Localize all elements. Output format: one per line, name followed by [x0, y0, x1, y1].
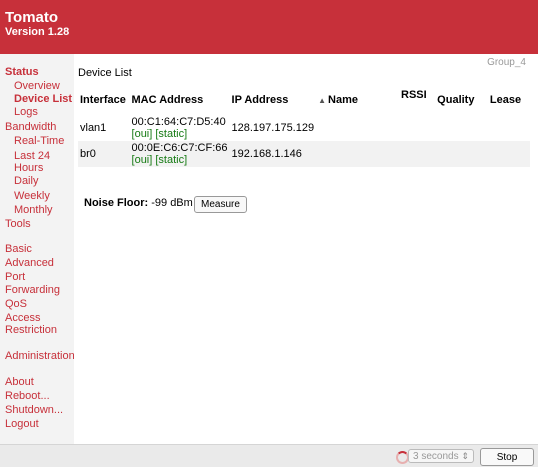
- col-lease[interactable]: Lease: [488, 85, 530, 115]
- mac-address: 00:C1:64:C7:D5:40: [131, 116, 226, 128]
- cell-quality: [435, 115, 488, 141]
- sidebar-item-reboot[interactable]: Reboot...: [5, 390, 50, 403]
- sidebar-item-bandwidth[interactable]: Bandwidth: [5, 121, 56, 134]
- sidebar-item-hours[interactable]: Hours: [14, 162, 43, 175]
- sidebar-item-daily[interactable]: Daily: [14, 175, 38, 188]
- table-row: br0 00:0E:C6:C7:CF:66 [oui] [static] 192…: [78, 141, 530, 167]
- cell-interface: vlan1: [80, 122, 107, 134]
- sidebar-item-forwarding[interactable]: Forwarding: [5, 284, 60, 297]
- sidebar-item-status[interactable]: Status: [5, 66, 39, 79]
- sidebar-item-administration[interactable]: Administration: [5, 350, 75, 363]
- measure-button[interactable]: Measure: [194, 196, 247, 213]
- table-header-row: Interface MAC Address IP Address ▲ Name R…: [78, 85, 530, 115]
- main-content: Group_4 Device List Interface MAC Addres…: [74, 54, 538, 444]
- version-label: Version 1.28: [5, 26, 70, 38]
- oui-link[interactable]: [oui]: [132, 154, 153, 166]
- footer-bar: 3 seconds ⇕ Stop: [0, 444, 538, 467]
- sidebar-item-weekly[interactable]: Weekly: [14, 190, 50, 203]
- oui-link[interactable]: [oui]: [132, 128, 153, 140]
- cell-mac: 00:C1:64:C7:D5:40 [oui] [static]: [130, 115, 230, 141]
- cell-ip: 128.197.175.129: [231, 122, 315, 134]
- sidebar-item-logout[interactable]: Logout: [5, 418, 39, 431]
- page-title: Device List: [78, 67, 132, 79]
- static-link[interactable]: [static]: [155, 128, 187, 140]
- device-table: Interface MAC Address IP Address ▲ Name R…: [78, 85, 530, 167]
- cell-name: [316, 141, 400, 167]
- mac-links: [oui] [static]: [132, 128, 228, 140]
- sidebar-item-tools[interactable]: Tools: [5, 218, 31, 231]
- noise-floor: Noise Floor: -99 dBm: [84, 197, 193, 209]
- sidebar-item-port[interactable]: Port: [5, 271, 25, 284]
- noise-floor-label: Noise Floor:: [84, 197, 149, 209]
- cell-mac: 00:0E:C6:C7:CF:66 [oui] [static]: [129, 141, 230, 167]
- group-label: Group_4: [487, 57, 526, 68]
- sidebar-item-advanced[interactable]: Advanced: [5, 257, 54, 270]
- sidebar: Status Overview Device List Logs Bandwid…: [0, 54, 75, 444]
- col-quality[interactable]: Quality: [435, 85, 488, 115]
- refresh-interval-value: 3 seconds: [413, 450, 459, 462]
- sidebar-item-real-time[interactable]: Real-Time: [14, 135, 64, 148]
- cell-lease: [488, 115, 530, 141]
- brand-title: Tomato: [5, 9, 59, 26]
- table-row: vlan1 00:C1:64:C7:D5:40 [oui] [static] 1…: [78, 115, 530, 141]
- stop-button[interactable]: Stop: [480, 448, 534, 466]
- sidebar-item-device-list[interactable]: Device List: [14, 93, 72, 106]
- mac-address: 00:0E:C6:C7:CF:66: [131, 142, 228, 154]
- col-name[interactable]: ▲ Name: [316, 85, 399, 115]
- sidebar-item-shutdown[interactable]: Shutdown...: [5, 404, 63, 417]
- col-interface[interactable]: Interface: [78, 85, 130, 115]
- sidebar-item-restriction[interactable]: Restriction: [5, 324, 57, 337]
- cell-ip: 192.168.1.146: [229, 141, 317, 167]
- noise-floor-value: -99 dBm: [151, 197, 193, 209]
- mac-links: [oui] [static]: [132, 154, 228, 166]
- updown-arrows-icon: ⇕: [461, 451, 469, 461]
- cell-interface: br0: [78, 141, 130, 167]
- sidebar-item-monthly[interactable]: Monthly: [14, 204, 53, 217]
- sidebar-item-basic[interactable]: Basic: [5, 243, 32, 256]
- cell-rssi: [399, 115, 435, 141]
- static-link[interactable]: [static]: [155, 154, 187, 166]
- cell-quality: [435, 141, 488, 167]
- refresh-interval-select[interactable]: 3 seconds ⇕: [408, 449, 474, 463]
- col-name-label: Name: [328, 94, 358, 106]
- cell-rssi: [399, 141, 436, 167]
- col-rssi[interactable]: RSSI: [399, 85, 435, 115]
- sidebar-item-overview[interactable]: Overview: [14, 80, 60, 93]
- sidebar-item-logs[interactable]: Logs: [14, 106, 38, 119]
- cell-name: [316, 115, 399, 141]
- header: Tomato Version 1.28: [0, 0, 538, 54]
- col-mac[interactable]: MAC Address: [130, 85, 230, 115]
- cell-lease: [487, 141, 530, 167]
- sidebar-item-about[interactable]: About: [5, 376, 34, 389]
- col-ip[interactable]: IP Address: [230, 85, 317, 115]
- sort-indicator-icon: ▲: [318, 96, 327, 105]
- device-list-panel: Interface MAC Address IP Address ▲ Name R…: [78, 85, 530, 213]
- sidebar-item-qos[interactable]: QoS: [5, 298, 27, 311]
